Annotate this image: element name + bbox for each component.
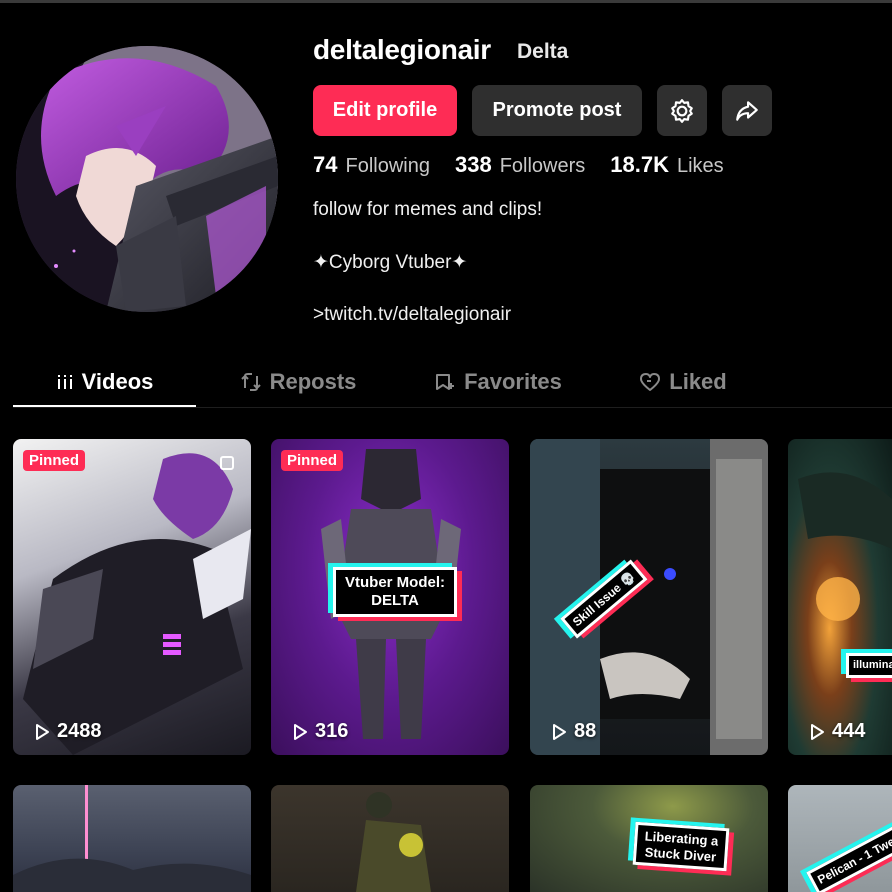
play-icon: [36, 723, 49, 740]
profile-tabs: Videos Reposts Favorites Liked: [13, 355, 892, 408]
tab-label: Videos: [81, 368, 154, 394]
thumbnail-art: [798, 472, 892, 621]
video-caption: Liberating a Stuck Diver: [632, 821, 730, 872]
likes-count: 18.7K: [610, 152, 669, 177]
thumbnail-art: [13, 785, 251, 892]
bookmark-icon: [436, 373, 455, 390]
following-stat[interactable]: 74 Following: [313, 152, 430, 178]
promote-post-button[interactable]: Promote post: [472, 85, 642, 136]
following-count: 74: [313, 152, 338, 177]
active-tab-indicator: [13, 405, 196, 407]
view-count-value: 88: [574, 720, 597, 742]
video-card[interactable]: [271, 785, 509, 892]
likes-label: Likes: [676, 155, 724, 177]
tab-label: Reposts: [269, 368, 357, 394]
tab-favorites[interactable]: Favorites: [418, 355, 578, 408]
tab-reposts[interactable]: Reposts: [218, 355, 378, 408]
video-caption: illuminate: [846, 653, 892, 679]
share-icon: [736, 100, 758, 121]
view-count: 2488: [33, 720, 102, 743]
likes-stat: 18.7K Likes: [610, 152, 723, 178]
caption-line: Vtuber Model:: [345, 574, 445, 591]
play-icon: [811, 723, 824, 740]
heart-icon: [640, 372, 661, 391]
pinned-badge: Pinned: [281, 450, 344, 471]
gear-icon: [671, 98, 693, 123]
play-icon: [294, 723, 307, 740]
tab-liked[interactable]: Liked: [613, 355, 753, 408]
repost-icon: [240, 372, 261, 391]
thumbnail-art: [356, 792, 431, 892]
view-count: 444: [808, 720, 865, 743]
view-count-value: 316: [315, 720, 349, 742]
share-button[interactable]: [722, 85, 772, 136]
username: deltalegionair: [313, 34, 491, 65]
nickname: Delta: [517, 40, 569, 63]
multi-photo-icon: [220, 456, 234, 470]
grid-icon: [57, 374, 72, 389]
followers-count: 338: [454, 152, 492, 177]
followers-stat[interactable]: 338 Followers: [455, 152, 585, 178]
edit-profile-button[interactable]: Edit profile: [313, 85, 457, 136]
followers-label: Followers: [499, 155, 586, 177]
profile-stats: 74 Following 338 Followers 18.7K Likes: [313, 152, 749, 178]
settings-button[interactable]: [657, 85, 707, 136]
video-card[interactable]: Pinned 2488: [13, 439, 251, 755]
video-card[interactable]: Skill Issue 💀 88: [530, 439, 768, 755]
tab-label: Favorites: [464, 368, 562, 394]
avatar-image: [16, 46, 278, 312]
bio-line: follow for memes and clips!: [313, 199, 543, 220]
view-count-value: 444: [832, 720, 866, 742]
play-icon: [553, 723, 566, 740]
view-count: 316: [291, 720, 348, 743]
video-card[interactable]: Liberating a Stuck Diver: [530, 785, 768, 892]
video-card[interactable]: illuminate 444: [788, 439, 892, 755]
pinned-badge: Pinned: [23, 450, 86, 471]
window-top-border: [0, 0, 892, 3]
video-caption: Vtuber Model: DELTA: [333, 567, 457, 617]
thumbnail-art: [530, 439, 768, 755]
video-card[interactable]: Pelican - 1 Twe: [788, 785, 892, 892]
view-count: 88: [550, 720, 596, 743]
bio-line: ✦Cyborg Vtuber✦: [313, 252, 468, 273]
tab-label: Liked: [669, 368, 727, 394]
thumbnail-art: [23, 453, 251, 755]
video-card[interactable]: Pinned Vtuber Model: DELTA 316: [271, 439, 509, 755]
video-card[interactable]: [13, 785, 251, 892]
avatar[interactable]: [16, 46, 278, 312]
following-label: Following: [345, 155, 430, 177]
view-count-value: 2488: [57, 720, 102, 742]
bio-link[interactable]: >twitch.tv/deltalegionair: [313, 304, 511, 326]
caption-line: DELTA: [371, 592, 419, 609]
tab-videos[interactable]: Videos: [13, 355, 196, 408]
caption-line: illuminate: [853, 659, 892, 671]
